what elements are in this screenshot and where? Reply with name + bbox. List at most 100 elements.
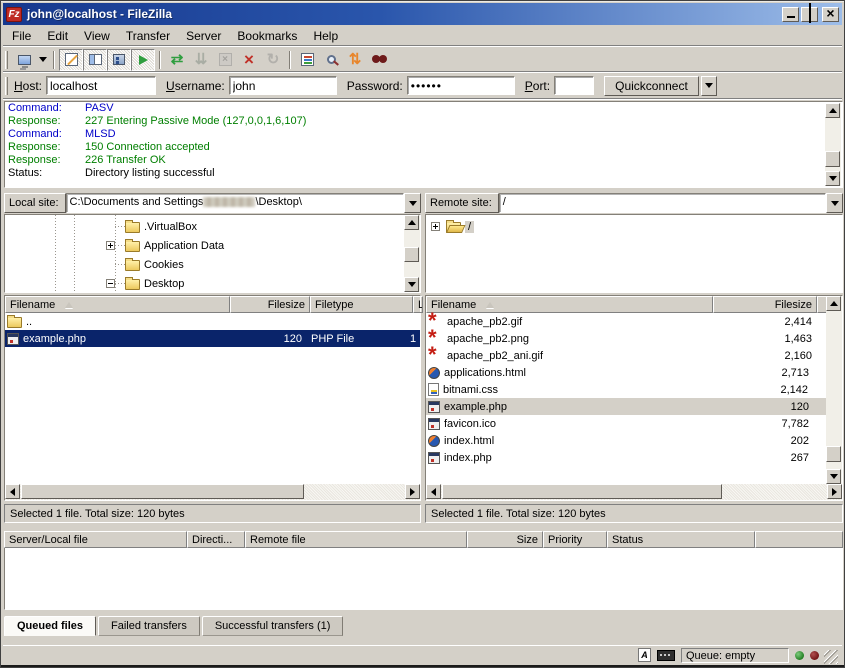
log-scrollbar[interactable] (825, 103, 841, 186)
remote-horizontal-scrollbar[interactable] (426, 484, 842, 500)
quickconnect-button[interactable]: Quickconnect (604, 76, 699, 96)
reconnect-button[interactable]: ↻ (261, 49, 285, 71)
remote-tree-icon (113, 54, 125, 65)
column-header-priority[interactable]: Priority (543, 531, 607, 548)
file-row[interactable]: favicon.ico 7,782 (426, 415, 842, 432)
synchronized-browsing-button[interactable]: ⇅ (343, 49, 367, 71)
log-line: Response:226 Transfer OK (5, 154, 842, 167)
column-header-status[interactable]: Status (607, 531, 755, 548)
scroll-left-button[interactable] (5, 484, 20, 499)
menu-help[interactable]: Help (305, 27, 346, 45)
file-row[interactable]: index.html 202 (426, 432, 842, 449)
filter-button[interactable] (295, 49, 319, 71)
local-site-path-combo[interactable]: C:\Documents and Settings\Desktop\ (66, 193, 404, 213)
file-size: 267 (710, 452, 814, 464)
local-horizontal-scrollbar[interactable] (5, 484, 420, 500)
port-input[interactable] (554, 76, 594, 95)
process-queue-button[interactable]: ⇊ (189, 49, 213, 71)
file-row[interactable]: bitnami.css 2,142 (426, 381, 842, 398)
scrollbar-thumb[interactable] (442, 484, 722, 499)
menu-view[interactable]: View (76, 27, 118, 45)
cancel-button[interactable]: × (213, 49, 237, 71)
remote-site-path-combo[interactable]: / (499, 193, 826, 213)
scrollbar-thumb[interactable] (825, 151, 840, 167)
queue-arrow-icon (139, 55, 148, 65)
column-header-server-local-file[interactable]: Server/Local file (4, 531, 187, 548)
column-header-remote-file[interactable]: Remote file (245, 531, 467, 548)
column-header-filesize[interactable]: Filesize (713, 296, 817, 313)
find-files-button[interactable] (367, 49, 391, 71)
quickconnect-dropdown-button[interactable] (701, 76, 717, 96)
close-button[interactable] (822, 7, 839, 22)
tree-item[interactable]: / (426, 217, 842, 236)
column-label: Priority (548, 534, 582, 546)
scroll-up-button[interactable] (826, 296, 841, 311)
menu-edit[interactable]: Edit (39, 27, 76, 45)
tree-item[interactable]: .VirtualBox (5, 217, 420, 236)
toolbar-separator (53, 51, 55, 69)
column-header-direction[interactable]: Directi... (187, 531, 245, 548)
local-tree-scrollbar[interactable] (404, 215, 420, 292)
scroll-left-button[interactable] (426, 484, 441, 499)
menu-transfer[interactable]: Transfer (118, 27, 178, 45)
site-manager-button[interactable] (12, 49, 36, 71)
menu-bookmarks[interactable]: Bookmarks (229, 27, 305, 45)
remote-list-scrollbar[interactable] (826, 296, 842, 484)
column-header-filetype[interactable]: Filetype (310, 296, 413, 313)
column-header-filename[interactable]: Filename (426, 296, 713, 313)
toggle-remote-tree-button[interactable] (107, 49, 131, 71)
scroll-down-button[interactable] (825, 171, 840, 186)
file-row[interactable]: apache_pb2.png 1,463 (426, 330, 842, 347)
toggle-local-tree-button[interactable] (83, 49, 107, 71)
log-line: Response:150 Connection accepted (5, 141, 842, 154)
file-row[interactable]: applications.html 2,713 (426, 364, 842, 381)
menu-file[interactable]: File (4, 27, 39, 45)
disconnect-button[interactable]: × (237, 49, 261, 71)
expander-icon[interactable] (106, 279, 115, 288)
column-header-filesize[interactable]: Filesize (230, 296, 310, 313)
maximize-button[interactable] (801, 7, 818, 22)
scrollbar-thumb[interactable] (404, 247, 419, 262)
column-header-size[interactable]: Size (467, 531, 543, 548)
scrollbar-thumb[interactable] (826, 446, 841, 462)
expander-icon[interactable] (431, 222, 440, 231)
menu-server[interactable]: Server (178, 27, 229, 45)
tree-item[interactable]: Desktop (5, 274, 420, 293)
scroll-right-button[interactable] (827, 484, 842, 499)
quickconnect-grip[interactable] (5, 77, 8, 95)
scroll-down-button[interactable] (826, 469, 841, 484)
file-row[interactable]: .. (5, 313, 420, 330)
tab-successful-transfers[interactable]: Successful transfers (1) (202, 616, 344, 636)
toggle-queue-button[interactable] (131, 49, 155, 71)
scroll-down-button[interactable] (404, 277, 419, 292)
resize-grip[interactable] (824, 650, 838, 664)
file-row[interactable]: apache_pb2.gif 2,414 (426, 313, 842, 330)
tab-failed-transfers[interactable]: Failed transfers (98, 616, 200, 636)
column-header-filename[interactable]: Filename (5, 296, 230, 313)
scroll-right-button[interactable] (405, 484, 420, 499)
file-row[interactable]: apache_pb2_ani.gif 2,160 (426, 347, 842, 364)
remote-site-dropdown-button[interactable] (826, 193, 843, 213)
tree-item[interactable]: Cookies (5, 255, 420, 274)
local-site-dropdown-button[interactable] (404, 193, 421, 213)
tree-item[interactable]: Application Data (5, 236, 420, 255)
host-input[interactable] (46, 76, 156, 95)
site-manager-dropdown-button[interactable] (36, 49, 49, 71)
toggle-message-log-button[interactable] (59, 49, 83, 71)
file-row[interactable]: index.php 267 (426, 449, 842, 466)
toolbar-grip[interactable] (5, 51, 8, 69)
tab-queued-files[interactable]: Queued files (4, 616, 96, 636)
scrollbar-thumb[interactable] (21, 484, 304, 499)
window-title: john@localhost - FileZilla (27, 7, 780, 21)
file-row-selected[interactable]: example.php 120 (426, 398, 842, 415)
scroll-up-button[interactable] (404, 215, 419, 230)
expander-icon[interactable] (106, 241, 115, 250)
minimize-button[interactable] (782, 7, 799, 22)
refresh-button[interactable]: ⇄ (165, 49, 189, 71)
scroll-up-button[interactable] (825, 103, 840, 118)
username-input[interactable] (229, 76, 337, 95)
directory-comparison-button[interactable] (319, 49, 343, 71)
file-row-selected[interactable]: example.php 120 PHP File 1 (5, 330, 420, 347)
column-header-last-modified[interactable]: L (413, 296, 423, 313)
password-input[interactable] (407, 76, 515, 95)
